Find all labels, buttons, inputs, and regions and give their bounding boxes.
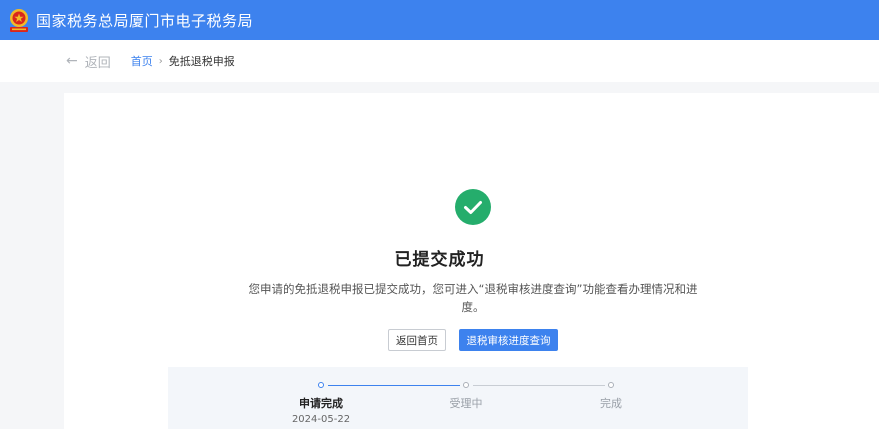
step-3-label: 完成	[600, 397, 622, 410]
refund-progress-query-button[interactable]: 退税审核进度查询	[459, 329, 558, 351]
step-1-label: 申请完成	[299, 397, 343, 410]
breadcrumb-current: 免抵退税申报	[168, 55, 235, 68]
step-1-date: 2024-05-22	[291, 414, 351, 425]
result-title: 已提交成功	[394, 250, 485, 270]
back-button[interactable]: ← 返回	[66, 52, 111, 71]
step-2-dot-icon	[463, 382, 469, 388]
return-home-button[interactable]: 返回首页	[388, 329, 446, 351]
top-bar: 国家税务总局厦门市电子税务局	[0, 0, 879, 40]
arrow-left-icon: ←	[66, 53, 78, 69]
step-3-dot-icon	[608, 382, 614, 388]
step-1-dot-icon	[318, 382, 324, 388]
progress-steps: 申请完成 2024-05-22 受理中 完成	[168, 367, 748, 429]
step-1-connector	[328, 385, 460, 386]
breadcrumb-home-link[interactable]: 首页	[131, 53, 153, 69]
breadcrumb: ← 返回 首页 › 免抵退税申报	[0, 40, 879, 82]
site-title: 国家税务总局厦门市电子税务局	[36, 11, 254, 30]
tax-emblem-icon	[6, 7, 32, 33]
back-label: 返回	[84, 55, 111, 71]
chevron-right-icon: ›	[158, 55, 163, 67]
step-2-label: 受理中	[449, 397, 483, 410]
result-description: 您申请的免抵退税申报已提交成功，您可进入“退税审核进度查询”功能查看办理情况和进…	[248, 282, 698, 314]
step-2-connector	[473, 385, 605, 386]
check-circle-icon	[455, 189, 491, 225]
